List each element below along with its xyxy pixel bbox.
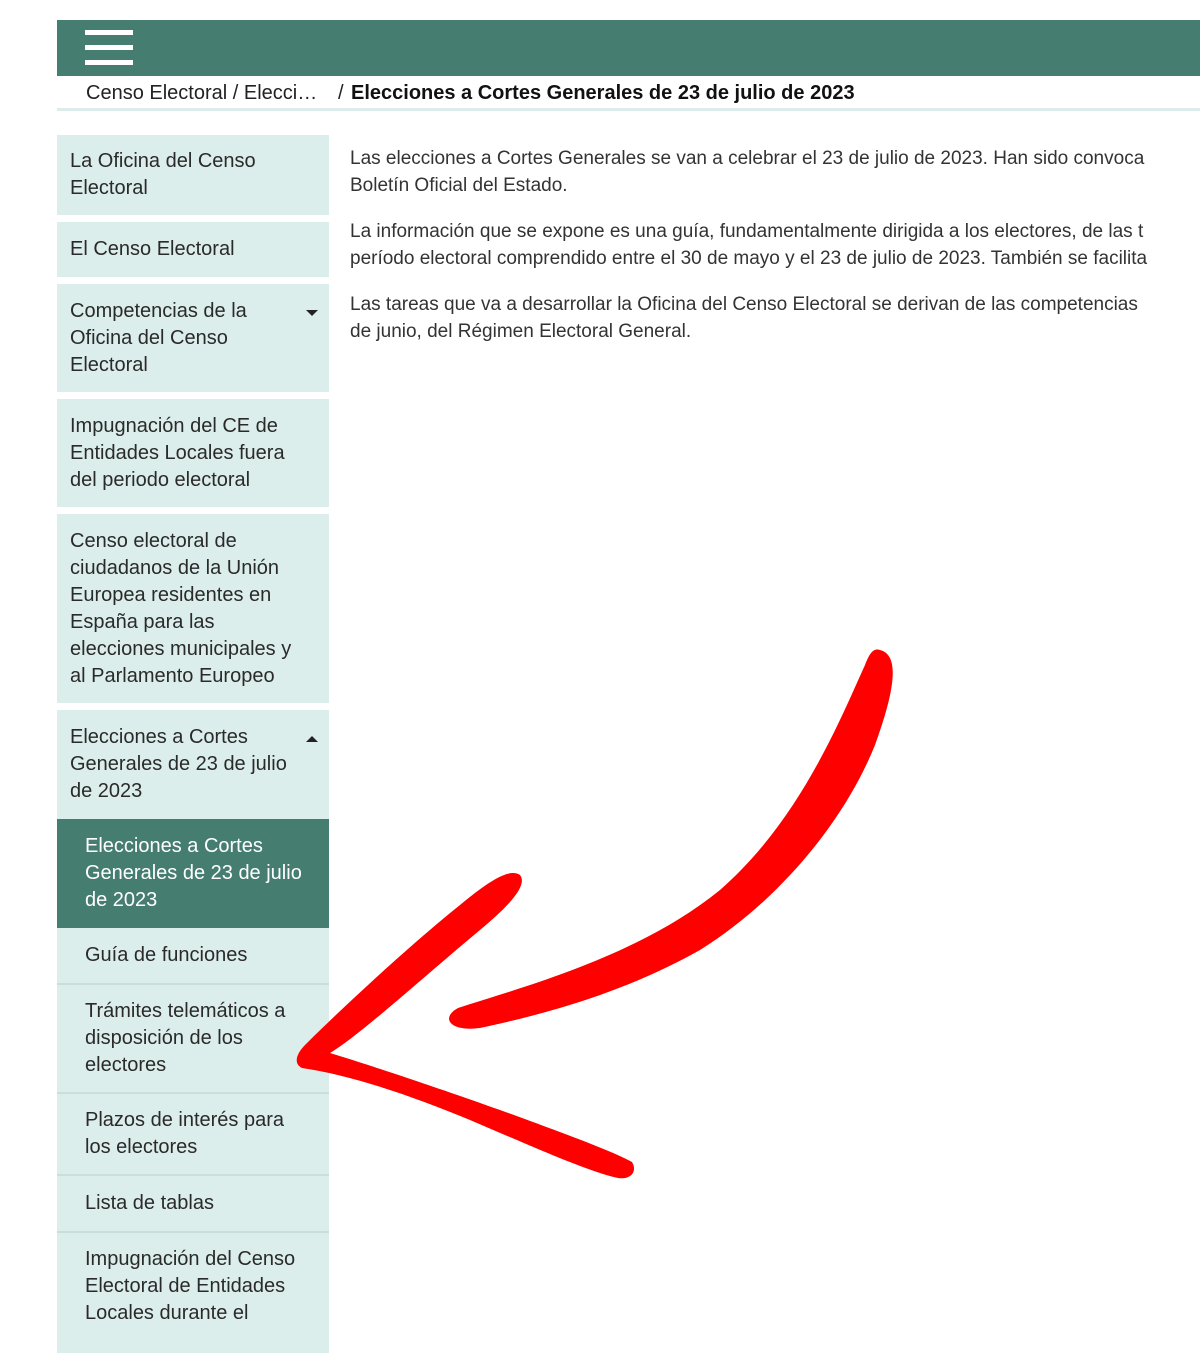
sidebar-item-label: Censo electoral de ciudadanos de la Unió… — [70, 529, 292, 687]
paragraph-line: La información que se expone es una guía… — [350, 221, 1144, 242]
paragraph-line: Las tareas que va a desarrollar la Ofici… — [350, 294, 1138, 315]
sidebar-item-label: Elecciones a Cortes Generales de 23 de j… — [70, 726, 287, 802]
paragraph-line: Boletín Oficial del Estado. — [350, 175, 568, 196]
content-paragraph: La información que se expone es una guía… — [350, 218, 1200, 272]
subitem-plazos[interactable]: Plazos de interés para los electores — [57, 1094, 329, 1176]
menu-line — [85, 45, 133, 50]
subitem-label: Lista de tablas — [85, 1192, 214, 1214]
top-bar — [57, 20, 1200, 76]
subitem-label: Impugnación del Censo Electoral de Entid… — [85, 1248, 296, 1324]
paragraph-line: Las elecciones a Cortes Generales se van… — [350, 148, 1145, 169]
sidebar-item-competencias[interactable]: Competencias de la Oficina del Censo Ele… — [57, 284, 329, 392]
menu-line — [85, 30, 133, 35]
content-paragraph: Las tareas que va a desarrollar la Ofici… — [350, 291, 1200, 345]
sidebar-item-censo-ue[interactable]: Censo electoral de ciudadanos de la Unió… — [57, 514, 329, 703]
sidebar-item-label: Impugnación del CE de Entidades Locales … — [70, 414, 285, 491]
subitem-tramites-telematicos[interactable]: Trámites telemáticos a disposición de lo… — [57, 985, 329, 1094]
breadcrumb-current: Elecciones a Cortes Generales de 23 de j… — [351, 82, 855, 104]
sidebar-item-elecciones[interactable]: Elecciones a Cortes Generales de 23 de j… — [57, 710, 329, 819]
hamburger-menu-icon[interactable] — [85, 30, 133, 66]
arrow-head — [296, 873, 635, 1179]
caret-up-icon[interactable] — [306, 736, 318, 742]
paragraph-line: período electoral comprendido entre el 3… — [350, 248, 1148, 269]
paragraph-line: de junio, del Régimen Electoral General. — [350, 321, 692, 342]
sidebar-item-oficina[interactable]: La Oficina del Censo Electoral — [57, 135, 329, 215]
subitem-elecciones-active[interactable]: Elecciones a Cortes Generales de 23 de j… — [57, 819, 329, 928]
content-paragraph: Las elecciones a Cortes Generales se van… — [350, 145, 1200, 199]
subitem-label: Elecciones a Cortes Generales de 23 de j… — [85, 835, 302, 911]
menu-line — [85, 60, 133, 65]
arrow-stroke — [449, 649, 893, 1029]
main-content: Las elecciones a Cortes Generales se van… — [350, 145, 1200, 364]
breadcrumb-separator: / — [338, 82, 344, 104]
sidebar-item-label: La Oficina del Censo Electoral — [70, 150, 256, 199]
subitem-label: Guía de funciones — [85, 944, 248, 966]
subitem-label: Plazos de interés para los electores — [85, 1109, 285, 1158]
subitem-guia-funciones[interactable]: Guía de funciones — [57, 928, 329, 985]
sidebar-item-censo[interactable]: El Censo Electoral — [57, 222, 329, 277]
subitem-label: Trámites telemáticos a disposición de lo… — [85, 1000, 286, 1076]
breadcrumb: Censo Electoral / Elecci… / Elecciones a… — [57, 78, 1200, 111]
sidebar-item-impugnacion[interactable]: Impugnación del CE de Entidades Locales … — [57, 399, 329, 507]
breadcrumb-link[interactable]: Censo Electoral / Elecci… — [86, 78, 317, 108]
caret-down-icon[interactable] — [306, 310, 318, 316]
subitem-lista-tablas[interactable]: Lista de tablas — [57, 1176, 329, 1233]
subitem-impugnacion-censo[interactable]: Impugnación del Censo Electoral de Entid… — [57, 1233, 329, 1353]
sidebar-item-label: El Censo Electoral — [70, 238, 235, 260]
sidebar-item-label: Competencias de la Oficina del Censo Ele… — [70, 299, 247, 376]
